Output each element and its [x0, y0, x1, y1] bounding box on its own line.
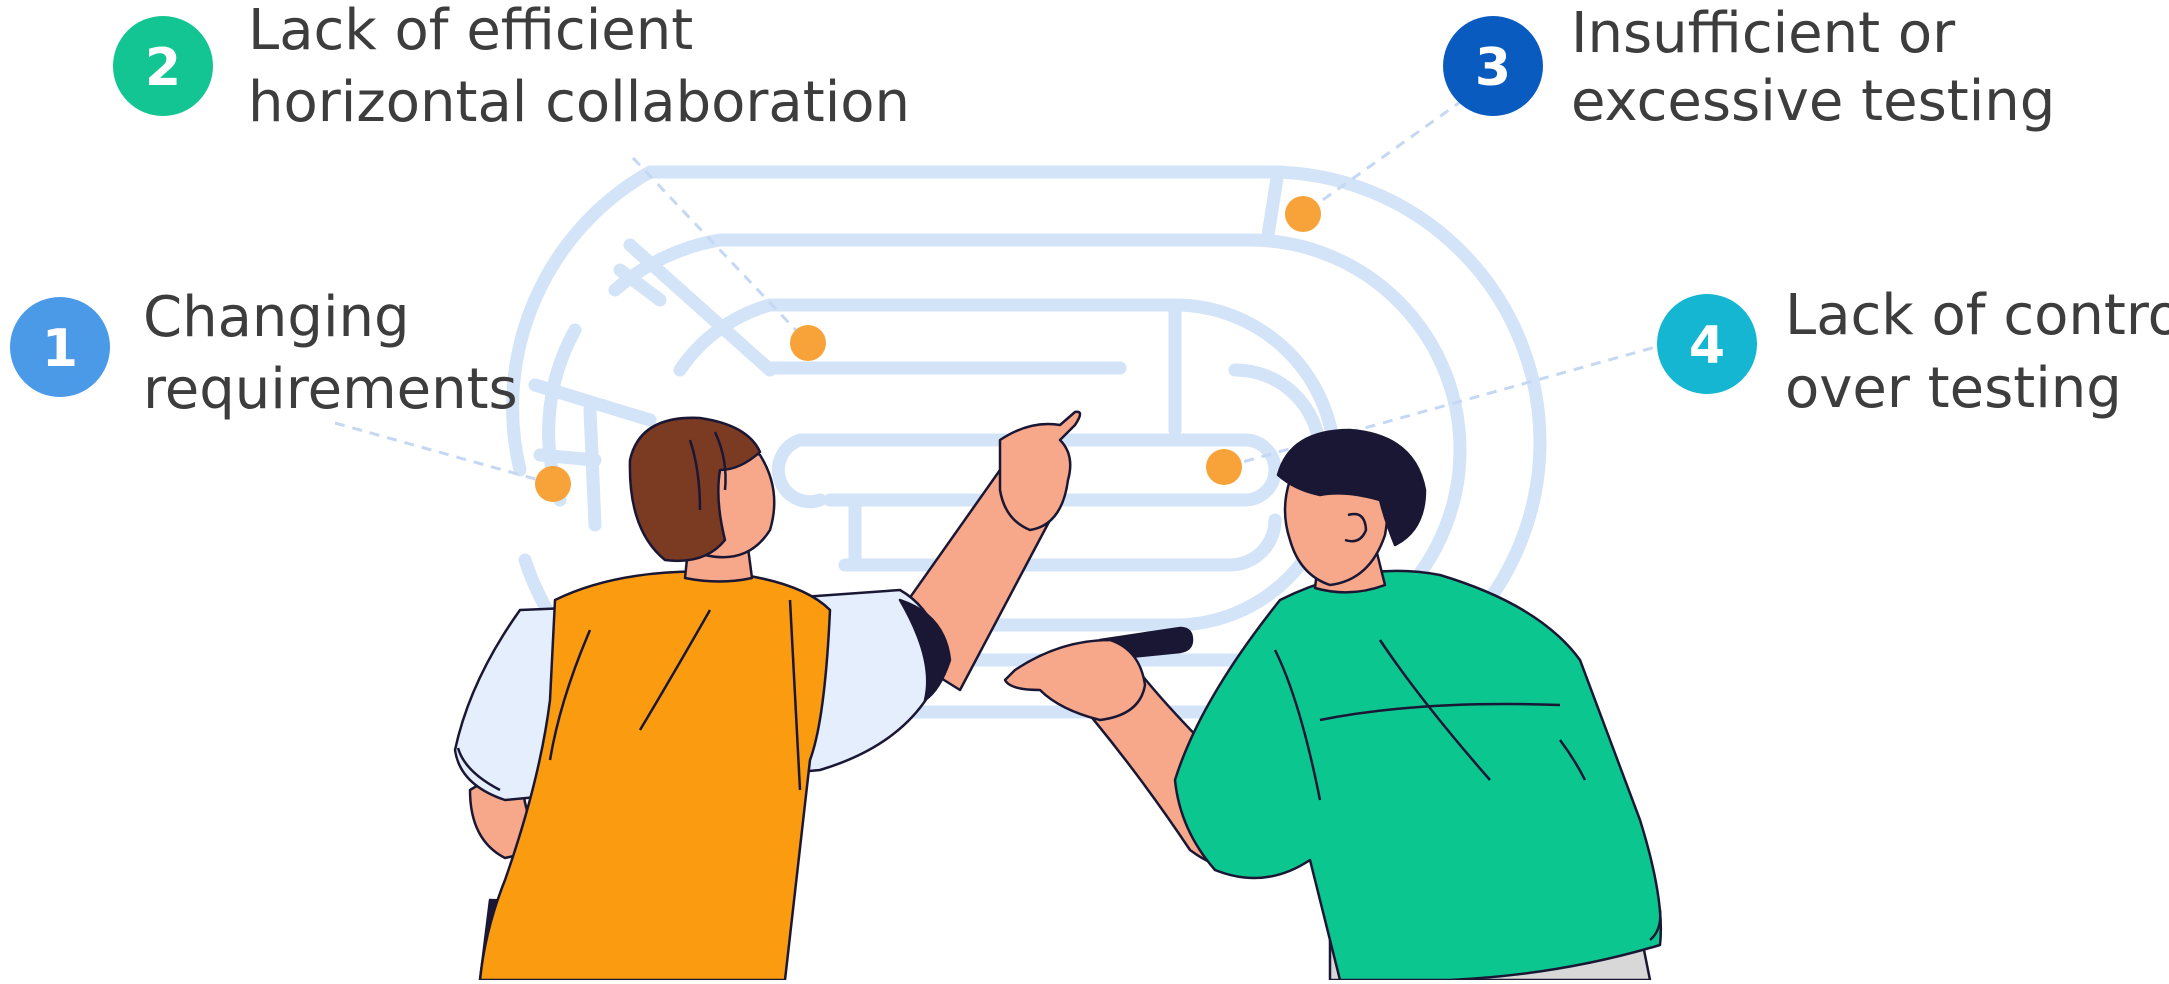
item-3: 3 Insufficient or excessive testing: [1443, 1, 2055, 134]
item-2-label-line-2: horizontal collaboration: [248, 70, 910, 135]
badge-1-number: 1: [42, 319, 78, 379]
item-4-label-line-1: Lack of control: [1785, 283, 2169, 348]
item-4-label-line-2: over testing: [1785, 356, 2122, 421]
item-2: 2 Lack of efficient horizontal collabora…: [113, 0, 910, 135]
connector-2: [631, 156, 810, 345]
badge-2-number: 2: [145, 38, 181, 98]
marker-dot-1: [535, 466, 571, 502]
marker-dot-4: [1206, 449, 1242, 485]
infographic-canvas: 1 Changing requirements 2 Lack of effici…: [10, 0, 2169, 982]
person-with-marker-illustration: [1003, 428, 1663, 982]
item-1: 1 Changing requirements: [10, 285, 518, 422]
item-3-label-line-1: Insufficient or: [1571, 1, 1956, 66]
badge-4-number: 4: [1689, 316, 1725, 376]
infographic: 1 Changing requirements 2 Lack of effici…: [0, 0, 2169, 982]
item-1-label-line-2: requirements: [143, 357, 518, 422]
item-4: 4 Lack of control over testing: [1657, 283, 2169, 421]
marker-dot-3: [1285, 196, 1321, 232]
item-3-label-line-2: excessive testing: [1571, 69, 2055, 134]
item-2-label-line-1: Lack of efficient: [248, 0, 693, 63]
badge-3-number: 3: [1475, 38, 1511, 98]
item-1-label-line-1: Changing: [143, 285, 410, 350]
marker-dot-2: [790, 325, 826, 361]
